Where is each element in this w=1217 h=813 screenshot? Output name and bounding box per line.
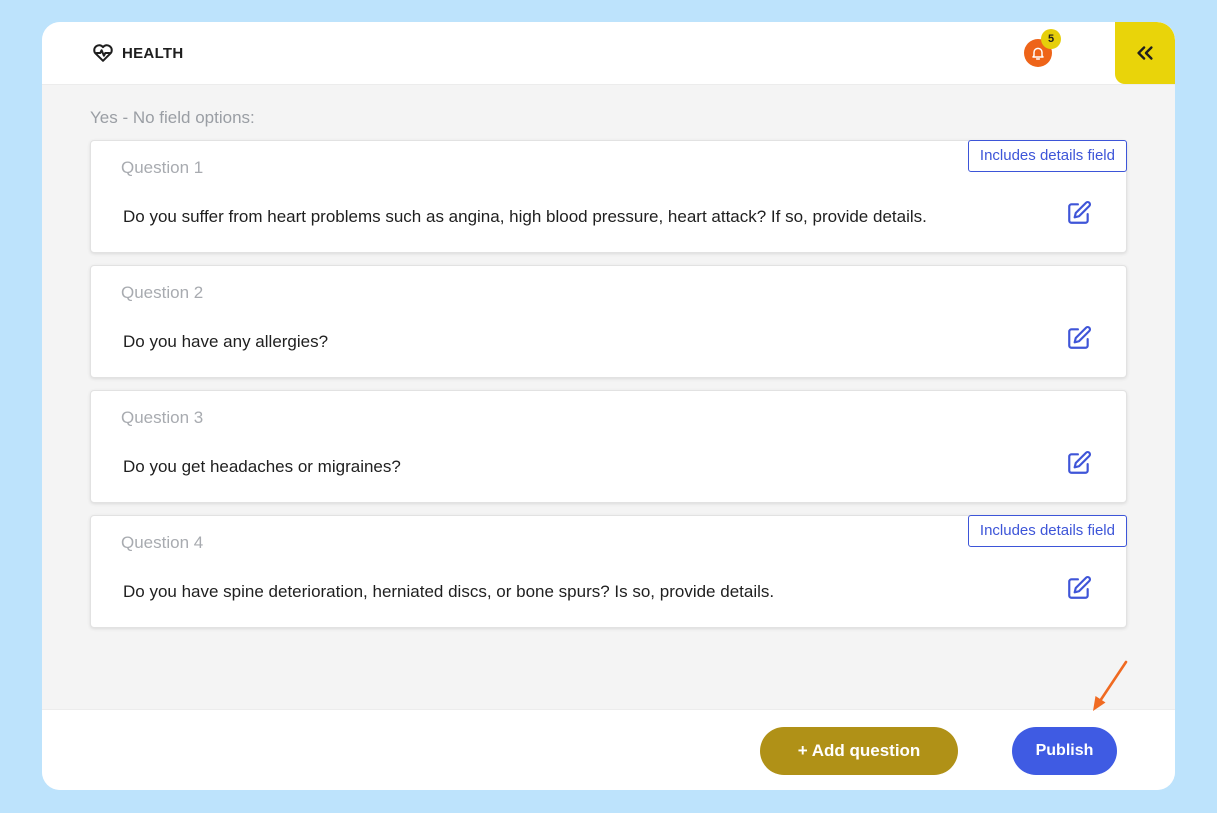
question-label: Question 4 xyxy=(121,533,204,552)
app-window: HEALTH 5 Yes - No field options: Questio… xyxy=(42,22,1175,790)
bell-icon xyxy=(1030,45,1046,61)
edit-icon xyxy=(1066,325,1092,351)
question-label: Question 1 xyxy=(121,158,204,177)
question-card: Question 3 Do you get headaches or migra… xyxy=(90,390,1127,503)
edit-question-button[interactable] xyxy=(1066,200,1092,226)
footer-bar: + Add question Publish xyxy=(42,709,1175,790)
section-title: Yes - No field options: xyxy=(90,108,255,127)
notification-count-badge: 5 xyxy=(1041,29,1061,49)
edit-question-button[interactable] xyxy=(1066,450,1092,476)
includes-details-badge: Includes details field xyxy=(967,140,1127,172)
edit-icon xyxy=(1066,450,1092,476)
question-label: Question 3 xyxy=(121,408,204,427)
question-card: Question 4 Includes details field Do you… xyxy=(90,515,1127,628)
edit-question-button[interactable] xyxy=(1066,325,1092,351)
question-card: Question 1 Includes details field Do you… xyxy=(90,140,1127,253)
page-title: HEALTH xyxy=(122,44,184,62)
collapse-panel-button[interactable] xyxy=(1115,22,1175,84)
heart-pulse-icon xyxy=(92,42,114,64)
brand: HEALTH xyxy=(92,42,184,64)
question-text: Do you have spine deterioration, herniat… xyxy=(123,582,775,601)
add-question-button[interactable]: + Add question xyxy=(760,727,958,775)
publish-button[interactable]: Publish xyxy=(1012,727,1117,775)
includes-details-badge: Includes details field xyxy=(967,515,1127,547)
question-card: Question 2 Do you have any allergies? xyxy=(90,265,1127,378)
edit-question-button[interactable] xyxy=(1066,575,1092,601)
double-chevron-left-icon xyxy=(1134,42,1156,64)
top-bar: HEALTH 5 xyxy=(42,22,1175,85)
edit-icon xyxy=(1066,200,1092,226)
annotation-arrow-icon xyxy=(1093,660,1128,711)
question-text: Do you get headaches or migraines? xyxy=(123,457,401,476)
question-label: Question 2 xyxy=(121,283,204,302)
question-text: Do you suffer from heart problems such a… xyxy=(123,207,927,226)
edit-icon xyxy=(1066,575,1092,601)
question-text: Do you have any allergies? xyxy=(123,332,329,351)
